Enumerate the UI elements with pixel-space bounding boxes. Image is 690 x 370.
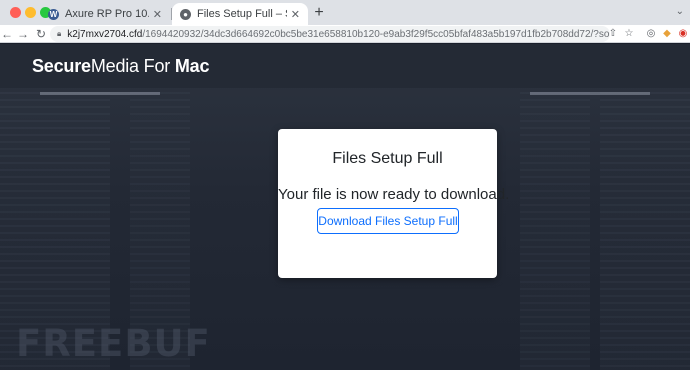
tab-search-chevron-icon[interactable]: ⌄ — [676, 6, 684, 17]
address-bar[interactable]: 🔒︎ k2j7mxv2704.cfd/1694420932/34dc3d6646… — [50, 26, 610, 42]
window-minimize-button[interactable] — [25, 7, 36, 18]
browser-tab-axure[interactable]: W Axure RP Pro 10.0.0.3904 Crac ✕ — [40, 3, 170, 25]
browser-toolbar: ← → ↻ 🔒︎ k2j7mxv2704.cfd/1694420932/34dc… — [0, 25, 690, 43]
datacenter-background — [600, 92, 690, 370]
browser-tab-files-setup[interactable]: ● Files Setup Full – SecureMedia ✕ — [172, 3, 308, 25]
card-message: Your file is now ready to download. — [278, 186, 510, 203]
bookmark-star-icon[interactable]: ☆ — [622, 27, 636, 41]
ceiling-light — [40, 92, 160, 95]
datacenter-background — [520, 92, 590, 370]
tab-title: Files Setup Full – SecureMedia — [197, 8, 287, 20]
site-header: SecureMedia For Mac — [0, 44, 690, 88]
tab-title: Axure RP Pro 10.0.0.3904 Crac — [65, 8, 149, 20]
tab-close-icon[interactable]: ✕ — [291, 8, 300, 21]
watermark-logo: FREEBUF — [16, 322, 211, 365]
brand-part: Mac — [174, 56, 210, 76]
forward-arrow-icon[interactable]: → — [16, 26, 30, 42]
browser-tab-strip: W Axure RP Pro 10.0.0.3904 Crac ✕ ● File… — [0, 0, 690, 25]
extension-icon[interactable]: ◉ — [676, 27, 690, 41]
brand-part: Media For — [90, 56, 175, 76]
url-host: k2j7mxv2704.cfd — [67, 28, 143, 40]
lock-icon[interactable]: 🔒︎ — [57, 29, 61, 39]
back-arrow-icon[interactable]: ← — [0, 26, 14, 42]
wordpress-icon: W — [48, 8, 59, 20]
share-icon[interactable]: ⇧ — [606, 27, 620, 41]
globe-icon: ● — [180, 8, 191, 20]
window-close-button[interactable] — [10, 7, 21, 18]
web-page: SecureMedia For Mac Files Setup Full You… — [0, 44, 690, 370]
download-card: Files Setup Full Your file is now ready … — [278, 129, 510, 278]
extension-icon[interactable]: ◎ — [644, 27, 658, 41]
reload-icon[interactable]: ↻ — [34, 26, 48, 42]
extension-icon[interactable]: ◆ — [660, 27, 674, 41]
site-brand[interactable]: SecureMedia For Mac — [32, 56, 209, 77]
ceiling-light — [530, 92, 650, 95]
new-tab-button[interactable]: + — [311, 3, 327, 23]
tab-close-icon[interactable]: ✕ — [153, 8, 162, 21]
brand-part: Secure — [32, 56, 91, 76]
card-title: Files Setup Full — [332, 150, 443, 167]
download-button[interactable]: Download Files Setup Full — [317, 208, 459, 234]
url-path: /1694420932/34dc3d664692c0bc5be31e658810… — [142, 28, 610, 40]
